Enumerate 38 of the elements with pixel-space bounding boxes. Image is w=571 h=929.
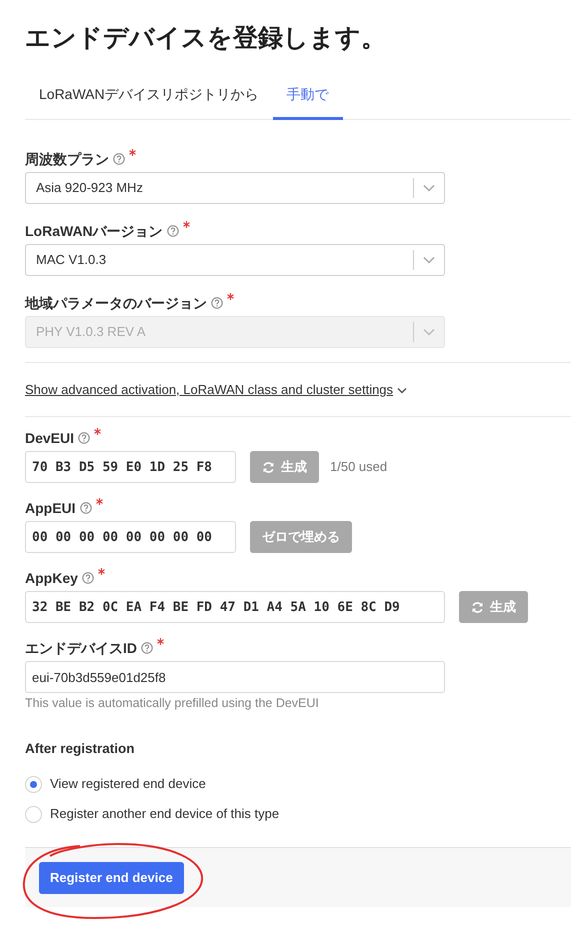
tab[interactable]: 手動で xyxy=(272,80,343,120)
usage-note: 1/50 used xyxy=(330,458,388,476)
tab[interactable]: LoRaWANデバイスリポジトリから xyxy=(25,80,273,120)
chevron-down-icon xyxy=(423,184,435,192)
field-label: エンドデバイスID xyxy=(25,639,137,657)
help-icon xyxy=(166,225,179,237)
input-field[interactable]: 70 B3 D5 59 E0 1D 25 F8 xyxy=(25,451,236,483)
radio-label[interactable]: Register another end device of this type xyxy=(50,804,280,824)
help-icon xyxy=(80,502,92,514)
help-icon xyxy=(113,153,125,165)
section-label: After registration xyxy=(25,740,136,758)
help-text: This value is automatically prefilled using the DevEUI xyxy=(25,695,320,712)
field-label: 地域パラメータのバージョン xyxy=(25,294,207,312)
radio-button[interactable] xyxy=(25,776,42,792)
field-label: 周波数プラン xyxy=(25,150,109,168)
chevron-down-icon xyxy=(423,328,435,336)
refresh-icon xyxy=(262,460,275,474)
refresh-icon xyxy=(471,600,484,614)
help-icon xyxy=(211,297,223,309)
register-button[interactable]: Register end device xyxy=(39,862,184,894)
field-label: DevEUI xyxy=(25,429,74,447)
advanced-settings-link[interactable]: Show advanced activation, LoRaWAN class and cluster settings xyxy=(25,380,394,400)
chevron-down-icon xyxy=(423,256,435,264)
select-field[interactable]: Asia 920-923 MHz xyxy=(25,172,445,204)
help-icon xyxy=(82,572,94,584)
page-title: エンドデバイスを登録します。 xyxy=(25,23,387,54)
field-label: AppEUI xyxy=(25,499,76,517)
input-field[interactable]: 00 00 00 00 00 00 00 00 xyxy=(25,521,236,553)
radio-button[interactable] xyxy=(25,806,42,822)
field-label: LoRaWANバージョン xyxy=(25,222,163,240)
input-field[interactable]: 32 BE B2 0C EA F4 BE FD 47 D1 A4 5A 10 6E 8C D9 xyxy=(25,591,445,623)
field-label: AppKey xyxy=(25,569,78,587)
input-field[interactable]: eui-70b3d559e01d25f8 xyxy=(25,661,445,693)
select-field[interactable]: MAC V1.0.3 xyxy=(25,244,445,276)
help-icon xyxy=(141,642,153,654)
help-icon xyxy=(78,432,90,444)
radio-label[interactable]: View registered end device xyxy=(50,774,206,794)
chevron-down-icon xyxy=(397,387,408,394)
